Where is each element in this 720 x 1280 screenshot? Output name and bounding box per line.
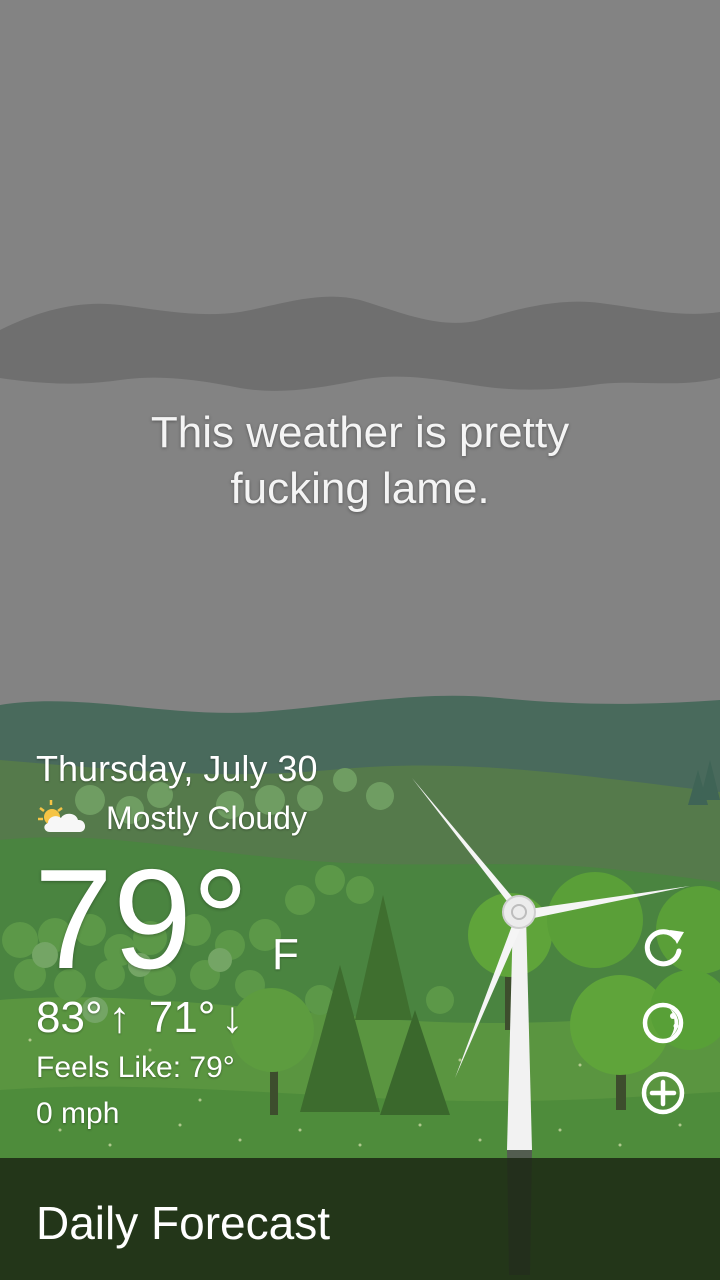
- weather-commentary: This weather is pretty fucking lame.: [60, 405, 660, 517]
- high-temperature: 83°: [36, 993, 103, 1042]
- partly-cloudy-icon: [38, 800, 86, 832]
- add-location-icon[interactable]: [640, 1070, 686, 1116]
- low-temperature: 71°: [148, 993, 216, 1042]
- daily-forecast-label[interactable]: Daily Forecast: [36, 1196, 330, 1250]
- current-temperature: 79°: [34, 840, 249, 999]
- arrow-down-icon: ↓: [221, 993, 244, 1042]
- theme-icon[interactable]: [640, 1000, 686, 1046]
- arrow-up-icon: ↑: [108, 993, 131, 1042]
- commentary-line-1: This weather is pretty: [150, 408, 570, 457]
- high-low-row: 83° ↑ 71° ↓: [36, 993, 249, 1043]
- condition-row: Mostly Cloudy: [36, 798, 307, 838]
- feels-like: Feels Like: 79°: [36, 1051, 235, 1084]
- date-label: Thursday, July 30: [36, 748, 318, 789]
- condition-label: Mostly Cloudy: [106, 799, 307, 836]
- refresh-icon[interactable]: [640, 924, 686, 970]
- wind-speed: 0 mph: [36, 1097, 120, 1130]
- temperature-unit: F: [272, 930, 299, 979]
- commentary-line-2: fucking lame.: [230, 464, 490, 513]
